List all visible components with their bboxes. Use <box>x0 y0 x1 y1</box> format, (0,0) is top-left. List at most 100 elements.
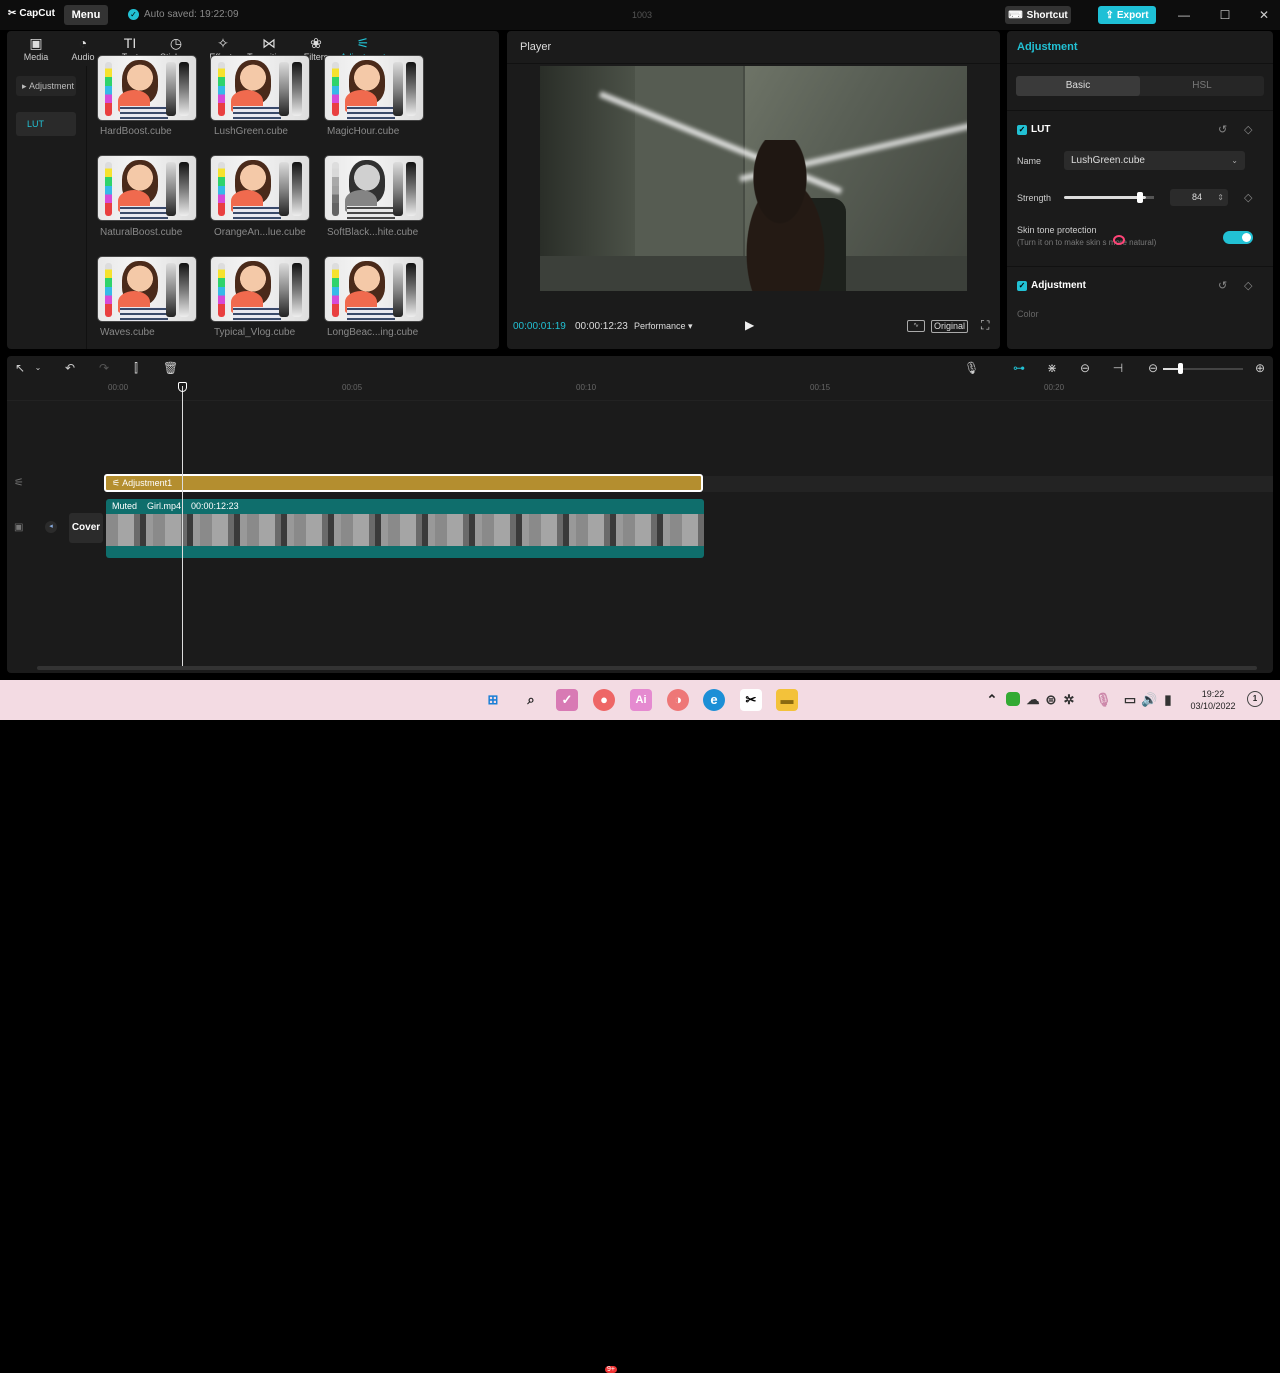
tab-label: Audio <box>71 52 95 62</box>
skin-tone-label: Skin tone protection <box>1017 225 1097 235</box>
lut-label: MagicHour.cube <box>327 126 400 137</box>
play-icon[interactable]: ▶ <box>745 318 761 334</box>
playhead-line[interactable] <box>182 386 183 667</box>
app-icon[interactable]: ✓ <box>556 689 578 711</box>
tab-media[interactable]: ▣ Media <box>13 34 59 66</box>
video-clip[interactable]: Muted Girl.mp4 00:00:12:23 <box>106 499 704 558</box>
network-icon[interactable]: ⊜ <box>1043 689 1059 711</box>
lut-name-dropdown[interactable]: LushGreen.cube ⌄ <box>1064 151 1245 170</box>
speaker-icon[interactable]: ◂ <box>45 521 57 533</box>
lut-thumb-lushgreen[interactable] <box>210 55 310 121</box>
playhead-handle[interactable] <box>178 382 187 392</box>
lut-thumb-typical-vlog[interactable] <box>210 256 310 322</box>
microphone-icon[interactable]: 🎙 <box>964 361 979 375</box>
capcut-logo: ✂ CapCut <box>8 8 55 19</box>
adjustment-section-header: ✓ Adjustment <box>1017 280 1086 291</box>
file-explorer-icon[interactable]: ▬ <box>776 689 798 711</box>
menu-button[interactable]: Menu <box>64 5 108 25</box>
minimize-icon[interactable]: — <box>1177 8 1191 22</box>
maximize-icon[interactable]: ☐ <box>1218 8 1232 22</box>
divider <box>507 63 1000 64</box>
keyboard-icon: ⌨ <box>1008 9 1023 21</box>
auto-snap-icon[interactable]: ⋇ <box>1045 361 1059 375</box>
lut-thumb-magichour[interactable] <box>324 55 424 121</box>
keyframe-icon[interactable]: ◇ <box>1244 191 1252 204</box>
reset-icon[interactable]: ↺ <box>1218 279 1227 292</box>
divider <box>1007 110 1273 111</box>
app-icon[interactable]: ◑ <box>667 689 689 711</box>
system-clock[interactable]: 19:22 03/10/2022 <box>1183 688 1243 712</box>
keyframe-icon[interactable]: ◇ <box>1244 123 1252 136</box>
onedrive-icon[interactable]: ☁ <box>1025 689 1041 711</box>
performance-dropdown[interactable]: Performance ▾ <box>634 321 693 332</box>
edge-icon[interactable]: e <box>703 689 725 711</box>
performance-label: Performance <box>634 321 686 331</box>
caret-right-icon: ▸ <box>22 80 30 91</box>
zoom-slider-handle[interactable] <box>1178 363 1183 374</box>
lut-thumb-hardboost[interactable] <box>97 55 197 121</box>
strength-slider-track[interactable] <box>1064 196 1146 199</box>
nav-item-lut[interactable]: LUT <box>16 112 76 136</box>
video-preview[interactable] <box>540 66 967 291</box>
keyframe-icon[interactable]: ◇ <box>1244 279 1252 292</box>
app-tray-icon[interactable]: ✲ <box>1061 689 1077 711</box>
illustrator-icon[interactable]: Ai <box>630 689 652 711</box>
tab-basic[interactable]: Basic <box>1016 76 1140 96</box>
reset-icon[interactable]: ↺ <box>1218 123 1227 136</box>
select-cursor-icon[interactable]: ↖ <box>13 361 27 375</box>
skin-tone-toggle[interactable] <box>1223 231 1253 244</box>
battery-icon[interactable]: ▮ <box>1160 689 1176 711</box>
zoom-slider-fill <box>1163 368 1179 370</box>
fullscreen-icon[interactable]: ⛶ <box>981 318 995 332</box>
main-track-magnet-icon[interactable]: ⊶ <box>1012 361 1026 375</box>
nvidia-icon[interactable] <box>1006 692 1020 706</box>
caret-down-icon: ▾ <box>685 321 693 331</box>
original-ratio-button[interactable]: Original <box>931 320 968 333</box>
chat-icon[interactable]: ● <box>593 689 615 711</box>
strength-slider-handle[interactable] <box>1137 192 1143 203</box>
display-icon[interactable]: ▭ <box>1122 689 1138 711</box>
export-button[interactable]: ⇪ Export <box>1098 6 1156 24</box>
redo-icon[interactable]: ↷ <box>97 361 111 375</box>
zoom-in-icon[interactable]: ⊕ <box>1253 361 1267 375</box>
cover-button[interactable]: Cover <box>69 513 103 543</box>
chevron-down-icon[interactable]: ⌄ <box>31 361 45 375</box>
notification-icon[interactable]: 1 <box>1247 691 1263 707</box>
search-icon[interactable]: ⌕ <box>520 689 542 711</box>
zoom-out-icon[interactable]: ⊖ <box>1146 361 1160 375</box>
link-icon[interactable]: ⊖ <box>1078 361 1092 375</box>
split-icon[interactable]: ⫿ <box>129 361 143 375</box>
preview-axis-icon[interactable]: ⊣ <box>1111 361 1125 375</box>
stepper-icon[interactable]: ⇕ <box>1217 189 1224 206</box>
lut-label: SoftBlack...hite.cube <box>327 227 419 238</box>
nav-item-adjustment[interactable]: ▸ Adjustment <box>16 76 76 96</box>
project-title[interactable]: 1003 <box>620 10 664 20</box>
lut-thumb-softblackwhite[interactable] <box>324 155 424 221</box>
capcut-icon[interactable]: ✂ <box>740 689 762 711</box>
lut-label: LushGreen.cube <box>214 126 288 137</box>
video-clip-duration: 00:00:12:23 <box>191 501 239 511</box>
lut-thumb-longbeach[interactable] <box>324 256 424 322</box>
microphone-icon[interactable]: 🎙 <box>1095 689 1112 711</box>
time-ruler[interactable]: 00:00 00:05 00:10 00:15 00:20 <box>102 383 1273 399</box>
timeline-scrollbar[interactable] <box>37 666 1257 670</box>
waveform-icon[interactable]: ∿ <box>907 320 925 332</box>
undo-icon[interactable]: ↶ <box>63 361 77 375</box>
chevron-down-icon: ⌄ <box>1231 156 1238 165</box>
lut-checkbox[interactable]: ✓ <box>1017 124 1027 135</box>
close-icon[interactable]: ✕ <box>1257 8 1271 22</box>
lut-thumb-naturalboost[interactable] <box>97 155 197 221</box>
chevron-up-icon[interactable]: ⌃ <box>985 689 999 711</box>
shortcut-button[interactable]: ⌨ Shortcut <box>1005 6 1071 24</box>
lut-thumb-orangeandblue[interactable] <box>210 155 310 221</box>
delete-icon[interactable]: 🗑 <box>163 361 178 375</box>
lut-label: NaturalBoost.cube <box>100 227 183 238</box>
volume-icon[interactable]: 🔊 <box>1141 689 1157 711</box>
strength-value-input[interactable]: 84 ⇕ <box>1170 189 1228 206</box>
tab-hsl[interactable]: HSL <box>1140 76 1264 96</box>
adjustment-checkbox[interactable]: ✓ <box>1017 280 1027 291</box>
ruler-tick: 00:10 <box>576 383 597 392</box>
lut-thumb-waves[interactable] <box>97 256 197 322</box>
windows-start-icon[interactable]: ⊞ <box>482 689 504 711</box>
adjustment-clip[interactable]: ⚟ Adjustment1 <box>104 474 703 492</box>
